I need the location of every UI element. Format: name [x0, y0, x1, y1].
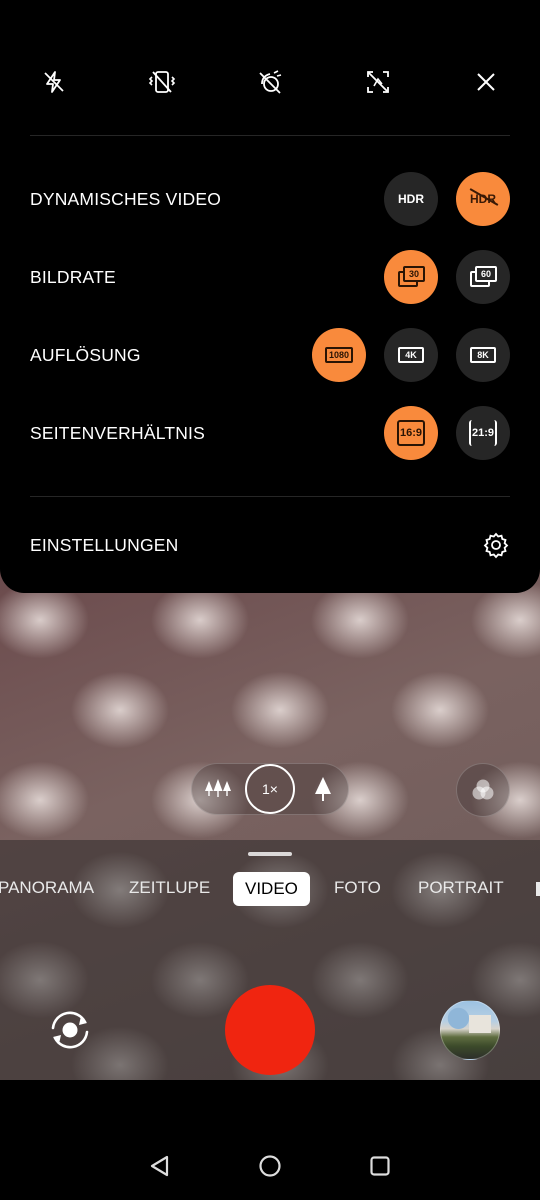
- stabilization-off-icon[interactable]: [246, 58, 294, 106]
- hdr-off-text: HDR: [470, 192, 496, 206]
- frame-rate-label: BILDRATE: [30, 267, 116, 287]
- mode-photo[interactable]: FOTO: [334, 878, 381, 898]
- mode-panorama[interactable]: PANORAMA: [0, 878, 94, 898]
- hdr-off-button[interactable]: HDR: [456, 172, 510, 226]
- mode-drawer-handle[interactable]: [248, 852, 292, 856]
- mode-slow-motion[interactable]: ZEITLUPE: [129, 878, 210, 898]
- res-1080-text: 1080: [324, 347, 354, 363]
- back-icon[interactable]: [144, 1150, 176, 1182]
- divider: [30, 496, 510, 497]
- res-8k-button[interactable]: 8K: [456, 328, 510, 382]
- recent-apps-icon[interactable]: [364, 1150, 396, 1182]
- flash-off-icon[interactable]: [30, 58, 78, 106]
- record-button[interactable]: [225, 985, 315, 1075]
- filter-icon: [472, 779, 494, 800]
- switch-camera-icon: [51, 1011, 89, 1049]
- wide-angle-icon[interactable]: [198, 763, 238, 815]
- video-settings-panel: DYNAMISCHES VIDEO HDR HDR BILDRATE 30 60…: [0, 0, 540, 593]
- mode-overflow-indicator: [536, 882, 540, 896]
- fps-60-button[interactable]: 60: [456, 250, 510, 304]
- hdr-on-text: HDR: [398, 192, 424, 206]
- ratio-21-9-button[interactable]: 21:9: [456, 406, 510, 460]
- ratio-16-9-text: 16:9: [396, 420, 426, 446]
- mode-portrait[interactable]: PORTRAIT: [418, 878, 504, 898]
- res-1080-button[interactable]: 1080: [312, 328, 366, 382]
- vibration-off-icon[interactable]: [138, 58, 186, 106]
- telephoto-icon[interactable]: [303, 763, 343, 815]
- res-4k-button[interactable]: 4K: [384, 328, 438, 382]
- divider: [30, 135, 510, 136]
- thumbnail-house: [469, 1015, 491, 1033]
- frames-icon: 60: [470, 266, 497, 288]
- hdr-on-button[interactable]: HDR: [384, 172, 438, 226]
- timer-off-icon[interactable]: [354, 58, 402, 106]
- frames-icon: 30: [398, 266, 425, 288]
- ratio-16-9-button[interactable]: 16:9: [384, 406, 438, 460]
- settings-label[interactable]: EINSTELLUNGEN: [30, 535, 178, 556]
- close-icon[interactable]: [462, 58, 510, 106]
- dynamic-video-label: DYNAMISCHES VIDEO: [30, 189, 222, 209]
- aspect-ratio-label: SEITENVERHÄLTNIS: [30, 423, 205, 443]
- ratio-21-9-text: 21:9: [468, 420, 498, 446]
- zoom-1x-button[interactable]: 1×: [245, 764, 295, 814]
- gallery-thumbnail[interactable]: [440, 1000, 500, 1060]
- res-8k-text: 8K: [470, 347, 496, 363]
- resolution-label: AUFLÖSUNG: [30, 345, 141, 365]
- switch-camera-button[interactable]: [44, 1004, 96, 1056]
- home-icon[interactable]: [254, 1150, 286, 1182]
- filter-button[interactable]: [456, 763, 510, 817]
- fps-30-text: 30: [403, 266, 425, 282]
- mode-video[interactable]: VIDEO: [233, 872, 310, 906]
- res-4k-text: 4K: [398, 347, 424, 363]
- system-navigation-bar: [0, 1080, 540, 1200]
- fps-30-button[interactable]: 30: [384, 250, 438, 304]
- fps-60-text: 60: [475, 266, 497, 282]
- gear-icon[interactable]: [482, 531, 510, 559]
